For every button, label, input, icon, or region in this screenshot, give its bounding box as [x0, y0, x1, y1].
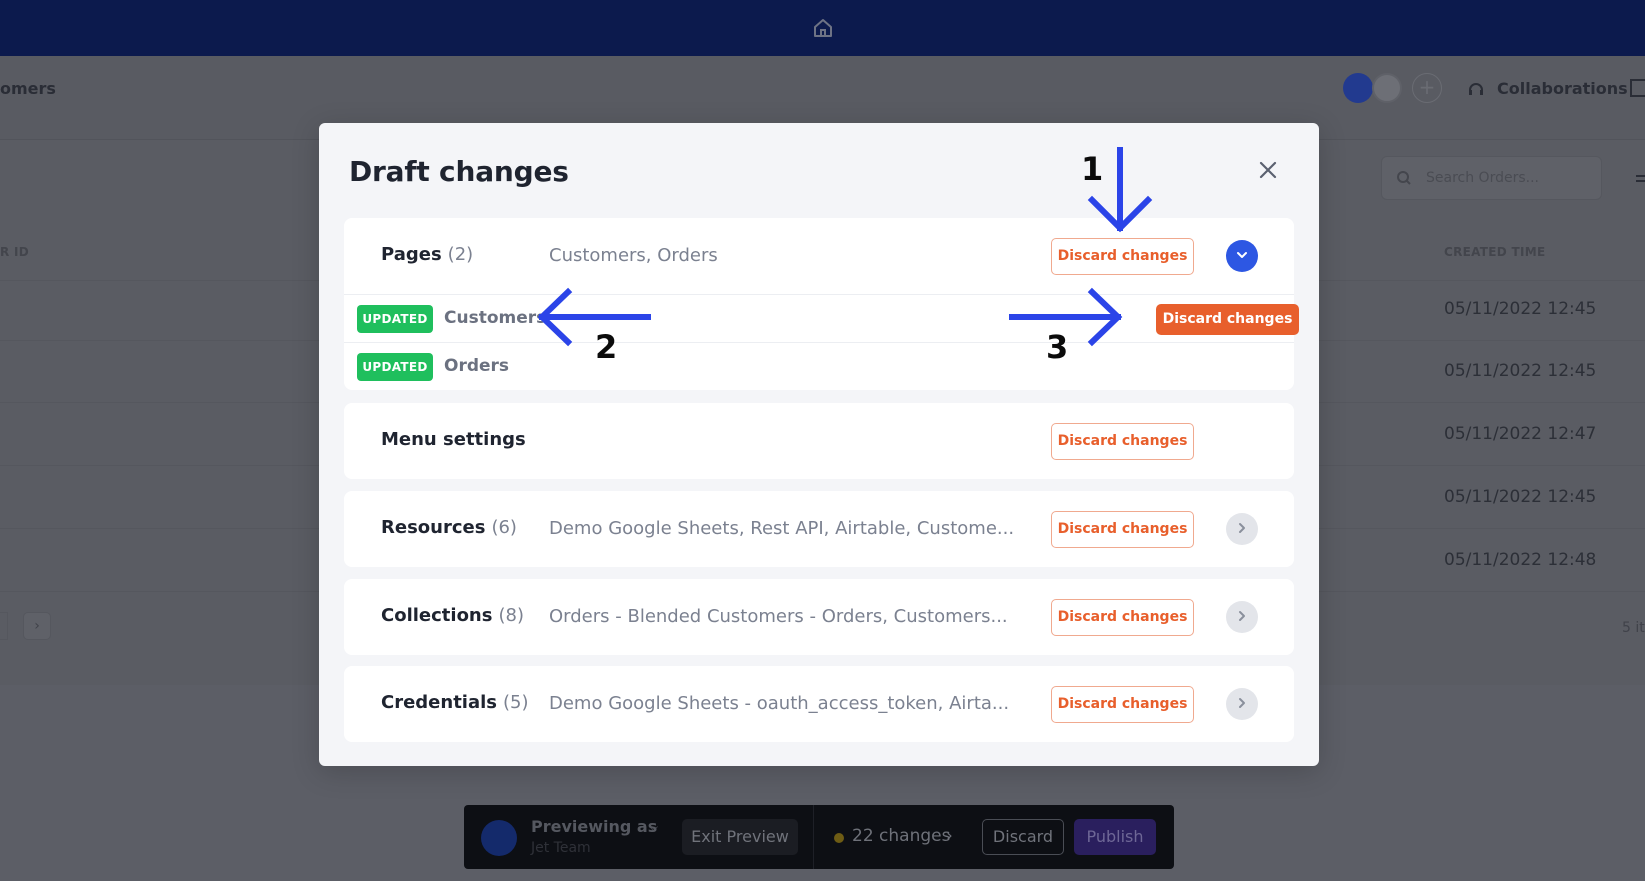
- top-navigation-bar: [0, 0, 1645, 56]
- publish-button[interactable]: Publish: [1074, 819, 1156, 855]
- discard-button[interactable]: Discard: [982, 819, 1064, 855]
- collaborations-button[interactable]: Collaborations: [1497, 79, 1628, 98]
- preview-bar: Previewing as ⌵ Jet Team Exit Preview 22…: [464, 805, 1174, 869]
- card-title: Resources (6): [381, 517, 517, 538]
- card-title: Pages (2): [381, 244, 474, 265]
- items-count: 5 it: [1622, 620, 1645, 636]
- modal-title: Draft changes: [349, 155, 569, 188]
- pager-next-button[interactable]: ›: [23, 612, 51, 640]
- team-name: Jet Team: [531, 840, 591, 856]
- table-cell-created-time: 05/11/2022 12:47: [1444, 424, 1597, 444]
- table-cell-created-time: 05/11/2022 12:48: [1444, 550, 1597, 570]
- discard-collections-button[interactable]: Discard changes: [1051, 599, 1194, 636]
- page-name: Orders: [444, 356, 510, 376]
- annotation-number-1: 1: [1081, 150, 1104, 188]
- discard-resources-button[interactable]: Discard changes: [1051, 511, 1194, 548]
- docs-icon[interactable]: [1630, 79, 1645, 97]
- card-header[interactable]: Pages (2) Customers, Orders Discard chang…: [344, 218, 1294, 294]
- discard-menu-settings-button[interactable]: Discard changes: [1051, 423, 1194, 460]
- search-placeholder: Search Orders...: [1426, 170, 1539, 186]
- workspace-logo[interactable]: [1343, 73, 1373, 103]
- chevron-right-icon: [1235, 695, 1249, 714]
- divider: [813, 805, 814, 869]
- card-description: Demo Google Sheets, Rest API, Airtable, …: [549, 518, 1015, 539]
- column-header-created-time[interactable]: CREATED TIME: [1444, 245, 1546, 259]
- status-badge: UPDATED: [357, 305, 433, 333]
- card-description: Demo Google Sheets - oauth_access_token,…: [549, 693, 1010, 714]
- annotation-number-2: 2: [595, 328, 618, 366]
- headset-icon: [1467, 80, 1485, 98]
- home-icon[interactable]: [812, 17, 834, 39]
- card-description: Customers, Orders: [549, 245, 718, 266]
- card-title: Menu settings: [381, 429, 526, 450]
- search-input[interactable]: Search Orders...: [1381, 156, 1602, 200]
- card-count: (6): [491, 517, 517, 538]
- table-cell-created-time: 05/11/2022 12:45: [1444, 487, 1597, 507]
- card-header[interactable]: Collections (8) Orders - Blended Customer…: [344, 579, 1294, 655]
- card-description: Orders - Blended Customers - Orders, Cus…: [549, 606, 1008, 627]
- changes-count-button[interactable]: 22 changes: [852, 826, 950, 846]
- draft-changes-modal: Draft changes Pages (2) Customers, Orders…: [319, 123, 1319, 766]
- credentials-card: Credentials (5) Demo Google Sheets - oaut…: [344, 666, 1294, 742]
- column-header-id[interactable]: R ID: [0, 245, 29, 259]
- card-header[interactable]: Credentials (5) Demo Google Sheets - oaut…: [344, 666, 1294, 742]
- team-logo: [481, 820, 517, 856]
- close-icon[interactable]: [1257, 159, 1279, 181]
- avatar[interactable]: [1372, 73, 1402, 103]
- chevron-right-icon[interactable]: ›: [946, 826, 953, 846]
- status-dot: [834, 833, 844, 843]
- card-count: (8): [498, 605, 524, 626]
- expand-toggle[interactable]: [1226, 688, 1258, 720]
- list-item: UPDATED Customers Discard changes: [344, 294, 1299, 342]
- pager-prev-button[interactable]: [0, 612, 8, 640]
- annotation-number-3: 3: [1046, 328, 1069, 366]
- expand-toggle[interactable]: [1226, 240, 1258, 272]
- chevron-down-icon[interactable]: ⌵: [649, 820, 658, 835]
- chevron-right-icon: [1235, 608, 1249, 627]
- table-cell-created-time: 05/11/2022 12:45: [1444, 361, 1597, 381]
- search-icon: [1396, 170, 1412, 186]
- discard-credentials-button[interactable]: Discard changes: [1051, 686, 1194, 723]
- menu-settings-card: Menu settings Discard changes: [344, 403, 1294, 479]
- page-title: omers: [0, 79, 56, 98]
- chevron-right-icon: [1235, 520, 1249, 539]
- exit-preview-button[interactable]: Exit Preview: [682, 819, 798, 855]
- page-name: Customers: [444, 308, 547, 328]
- pages-changes-card: Pages (2) Customers, Orders Discard chang…: [344, 218, 1299, 390]
- card-header[interactable]: Resources (6) Demo Google Sheets, Rest AP…: [344, 491, 1294, 567]
- collections-card: Collections (8) Orders - Blended Customer…: [344, 579, 1294, 655]
- table-cell-created-time: 05/11/2022 12:45: [1444, 299, 1597, 319]
- card-title: Credentials (5): [381, 692, 529, 713]
- discard-customers-button[interactable]: Discard changes: [1156, 304, 1299, 335]
- expand-toggle[interactable]: [1226, 601, 1258, 633]
- card-title: Collections (8): [381, 605, 524, 626]
- card-count: (5): [503, 692, 529, 713]
- filter-icon[interactable]: [1636, 172, 1645, 184]
- chevron-down-icon: [1235, 247, 1249, 266]
- status-badge: UPDATED: [357, 353, 433, 381]
- previewing-as-label[interactable]: Previewing as: [531, 817, 657, 836]
- discard-pages-button[interactable]: Discard changes: [1051, 238, 1194, 275]
- resources-card: Resources (6) Demo Google Sheets, Rest AP…: [344, 491, 1294, 567]
- list-item: UPDATED Orders: [344, 342, 1294, 390]
- expand-toggle[interactable]: [1226, 513, 1258, 545]
- card-header[interactable]: Menu settings Discard changes: [344, 403, 1294, 479]
- add-collaborator-button[interactable]: +: [1412, 73, 1442, 103]
- card-count: (2): [447, 244, 474, 265]
